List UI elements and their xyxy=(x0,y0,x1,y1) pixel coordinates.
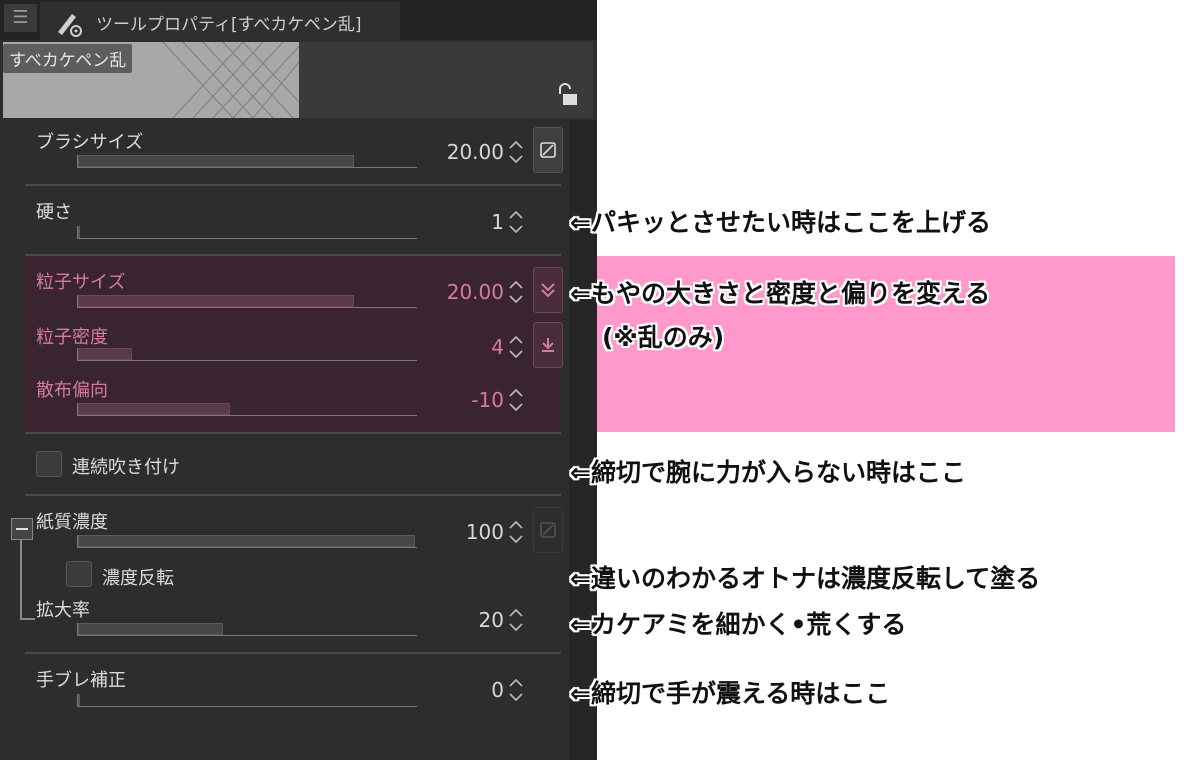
spray-deviation-value[interactable]: -10 xyxy=(414,388,504,412)
particle-size-dynamics-button[interactable] xyxy=(533,267,563,313)
invert-density-checkbox[interactable] xyxy=(66,561,92,587)
particle-density-spinner-icon[interactable] xyxy=(508,332,524,362)
stabilization-spinner-icon[interactable] xyxy=(508,675,524,705)
stabilization-label: 手ブレ補正 xyxy=(36,670,126,691)
magnification-slider[interactable] xyxy=(77,623,417,636)
particle-density-value[interactable]: 4 xyxy=(414,335,504,359)
paper-density-fill xyxy=(78,535,415,547)
particle-size-fill xyxy=(78,295,354,307)
brush-size-value[interactable]: 20.00 xyxy=(414,140,504,164)
hardness-slider[interactable] xyxy=(77,226,417,239)
particle-size-value[interactable]: 20.00 xyxy=(414,280,504,304)
brush-preview-image: すべカケペン乱 xyxy=(3,42,299,118)
tree-line xyxy=(20,540,22,620)
paper-density-pressure-button[interactable] xyxy=(533,507,563,553)
hardness-spinner-icon[interactable] xyxy=(508,207,524,237)
particle-size-slider[interactable] xyxy=(77,295,417,308)
pressure-icon xyxy=(540,522,556,538)
hardness-fill xyxy=(78,226,80,238)
paper-density-value[interactable]: 100 xyxy=(414,520,504,544)
magnification-label: 拡大率 xyxy=(36,600,90,621)
spray-deviation-fill xyxy=(78,403,230,415)
pressure-settings-button[interactable] xyxy=(533,127,563,173)
divider xyxy=(25,184,561,186)
divider xyxy=(25,652,561,654)
magnification-spinner-icon[interactable] xyxy=(508,605,524,635)
tree-line xyxy=(20,618,35,620)
pressure-icon xyxy=(540,142,556,158)
annotation-magnification: ⇐カケアミを細かく•荒くする xyxy=(570,610,907,639)
brush-size-slider[interactable] xyxy=(77,155,417,168)
panel-tab[interactable]: ツールプロパティ[すべカケペン乱] xyxy=(40,2,400,40)
annotation-stabilization: ⇐締切で手が震える時はここ xyxy=(570,679,891,708)
paper-density-spinner-icon[interactable] xyxy=(508,517,524,547)
spray-deviation-slider[interactable] xyxy=(77,403,417,416)
continuous-spray-checkbox[interactable] xyxy=(36,451,62,477)
annotation-particle-note: (※乱のみ) xyxy=(602,323,725,352)
paper-density-label: 紙質濃度 xyxy=(36,512,108,533)
tool-property-panel: ☰ ツールプロパティ[すべカケペン乱] すべカケペン乱 ブラシサイズ 20.00… xyxy=(0,0,597,760)
continuous-spray-label: 連続吹き付け xyxy=(72,457,180,478)
annotation-invert: ⇐違いのわかるオトナは濃度反転して塗る xyxy=(570,564,1041,593)
divider xyxy=(25,494,561,496)
stabilization-value[interactable]: 0 xyxy=(414,678,504,702)
particle-density-fill xyxy=(78,348,132,360)
annotation-particle: ⇐もやの大きさと密度と偏りを変える xyxy=(570,279,991,308)
spray-deviation-spinner-icon[interactable] xyxy=(508,385,524,415)
brush-size-fill xyxy=(78,155,354,167)
panel-header: ☰ ツールプロパティ[すべカケペン乱] xyxy=(0,0,597,40)
particle-size-spinner-icon[interactable] xyxy=(508,277,524,307)
particle-density-slider[interactable] xyxy=(77,348,417,361)
hardness-label: 硬さ xyxy=(36,202,72,223)
brush-size-spinner-icon[interactable] xyxy=(508,137,524,167)
spray-deviation-label: 散布偏向 xyxy=(36,380,108,401)
invert-density-label: 濃度反転 xyxy=(102,568,174,589)
preview-label: すべカケペン乱 xyxy=(3,44,133,73)
magnification-fill xyxy=(78,623,223,635)
panel-title: ツールプロパティ[すべカケペン乱] xyxy=(96,15,362,35)
particle-size-label: 粒子サイズ xyxy=(36,272,126,293)
annotation-hardness: ⇐パキッとさせたい時はここを上げる xyxy=(570,208,991,237)
particle-density-label: 粒子密度 xyxy=(36,327,108,348)
menu-icon[interactable]: ☰ xyxy=(4,4,37,32)
collapse-icon[interactable] xyxy=(11,518,33,540)
stabilization-slider[interactable] xyxy=(77,694,417,707)
paper-density-slider[interactable] xyxy=(77,535,417,548)
brush-size-label: ブラシサイズ xyxy=(36,132,144,153)
brush-preview: すべカケペン乱 xyxy=(3,42,593,118)
chevron-double-down-icon xyxy=(541,283,555,298)
hardness-value[interactable]: 1 xyxy=(414,210,504,234)
lock-icon[interactable] xyxy=(556,82,582,108)
brush-gear-icon xyxy=(58,14,82,37)
stabilization-fill xyxy=(78,694,80,706)
divider xyxy=(25,432,561,434)
particle-density-dynamics-button[interactable] xyxy=(533,322,563,368)
download-icon xyxy=(542,338,554,352)
magnification-value[interactable]: 20 xyxy=(414,608,504,632)
annotation-continuous: ⇐締切で腕に力が入らない時はここ xyxy=(570,458,966,487)
